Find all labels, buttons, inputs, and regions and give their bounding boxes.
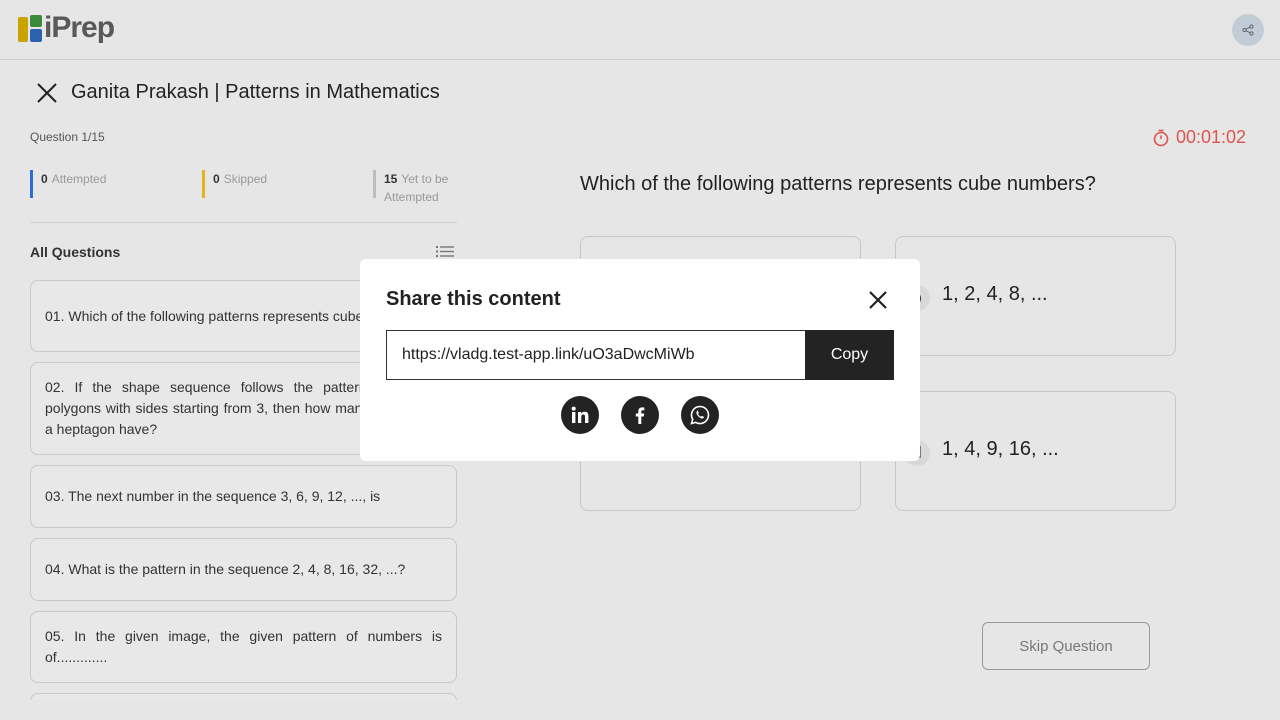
page-title: Ganita Prakash | Patterns in Mathematics [71, 81, 440, 103]
attempted-label: Attempted [51, 172, 107, 186]
logo-mark-icon [18, 14, 42, 42]
divider [30, 222, 457, 223]
copy-button[interactable]: Copy [805, 330, 894, 380]
question-counter: Question 1/15 [30, 130, 105, 144]
linkedin-icon [571, 406, 589, 423]
timer: 00:01:02 [1152, 127, 1246, 148]
question-item-5[interactable]: 05. In the given image, the given patter… [30, 611, 457, 683]
option-b[interactable]: b 1, 2, 4, 8, ... [895, 236, 1176, 356]
share-icon [1242, 24, 1254, 36]
option-value: 1, 2, 4, 8, ... [942, 283, 1048, 305]
stat-attempted: 0 Attempted [30, 170, 106, 198]
timer-value: 00:01:02 [1176, 127, 1247, 147]
question-item-text: 05. In the given image, the given patter… [45, 628, 442, 665]
question-item-text: 03. The next number in the sequence 3, 6… [45, 488, 381, 504]
skipped-count: 0 [213, 172, 220, 186]
all-questions-heading: All Questions [30, 244, 121, 260]
skip-question-button[interactable]: Skip Question [982, 622, 1150, 670]
facebook-icon [635, 407, 645, 424]
whatsapp-icon [690, 405, 710, 425]
option-d[interactable]: d 1, 4, 9, 16, ... [895, 391, 1176, 511]
yet-count: 15 [384, 172, 398, 186]
yet-label-1: Yet to be [401, 172, 449, 186]
stopwatch-icon [1153, 129, 1169, 146]
logo-text: iPrep [44, 11, 115, 44]
stat-yet-to-attempt: 15 Yet to be Attempted [373, 170, 463, 204]
logo[interactable]: iPrep [18, 11, 115, 44]
question-item-6[interactable] [30, 693, 457, 700]
share-button[interactable] [1232, 14, 1264, 46]
close-quiz-icon[interactable] [36, 82, 58, 104]
top-bar: iPrep [0, 0, 1280, 60]
question-item-3[interactable]: 03. The next number in the sequence 3, 6… [30, 465, 457, 528]
modal-title: Share this content [386, 288, 561, 310]
share-link-field[interactable]: https://vladg.test-app.link/uO3aDwcMiWb [386, 330, 805, 380]
option-value: 1, 4, 9, 16, ... [942, 438, 1059, 460]
question-item-4[interactable]: 04. What is the pattern in the sequence … [30, 538, 457, 601]
yet-label-2: Attempted [384, 190, 439, 204]
share-modal: Share this content https://vladg.test-ap… [360, 259, 920, 461]
whatsapp-button[interactable] [681, 396, 719, 434]
question-item-text: 04. What is the pattern in the sequence … [45, 561, 406, 577]
stat-skipped: 0 Skipped [202, 170, 267, 198]
current-question: Which of the following patterns represen… [580, 173, 1096, 195]
facebook-button[interactable] [621, 396, 659, 434]
linkedin-button[interactable] [561, 396, 599, 434]
attempted-count: 0 [41, 172, 48, 186]
skipped-label: Skipped [223, 172, 268, 186]
close-icon[interactable] [867, 289, 889, 311]
